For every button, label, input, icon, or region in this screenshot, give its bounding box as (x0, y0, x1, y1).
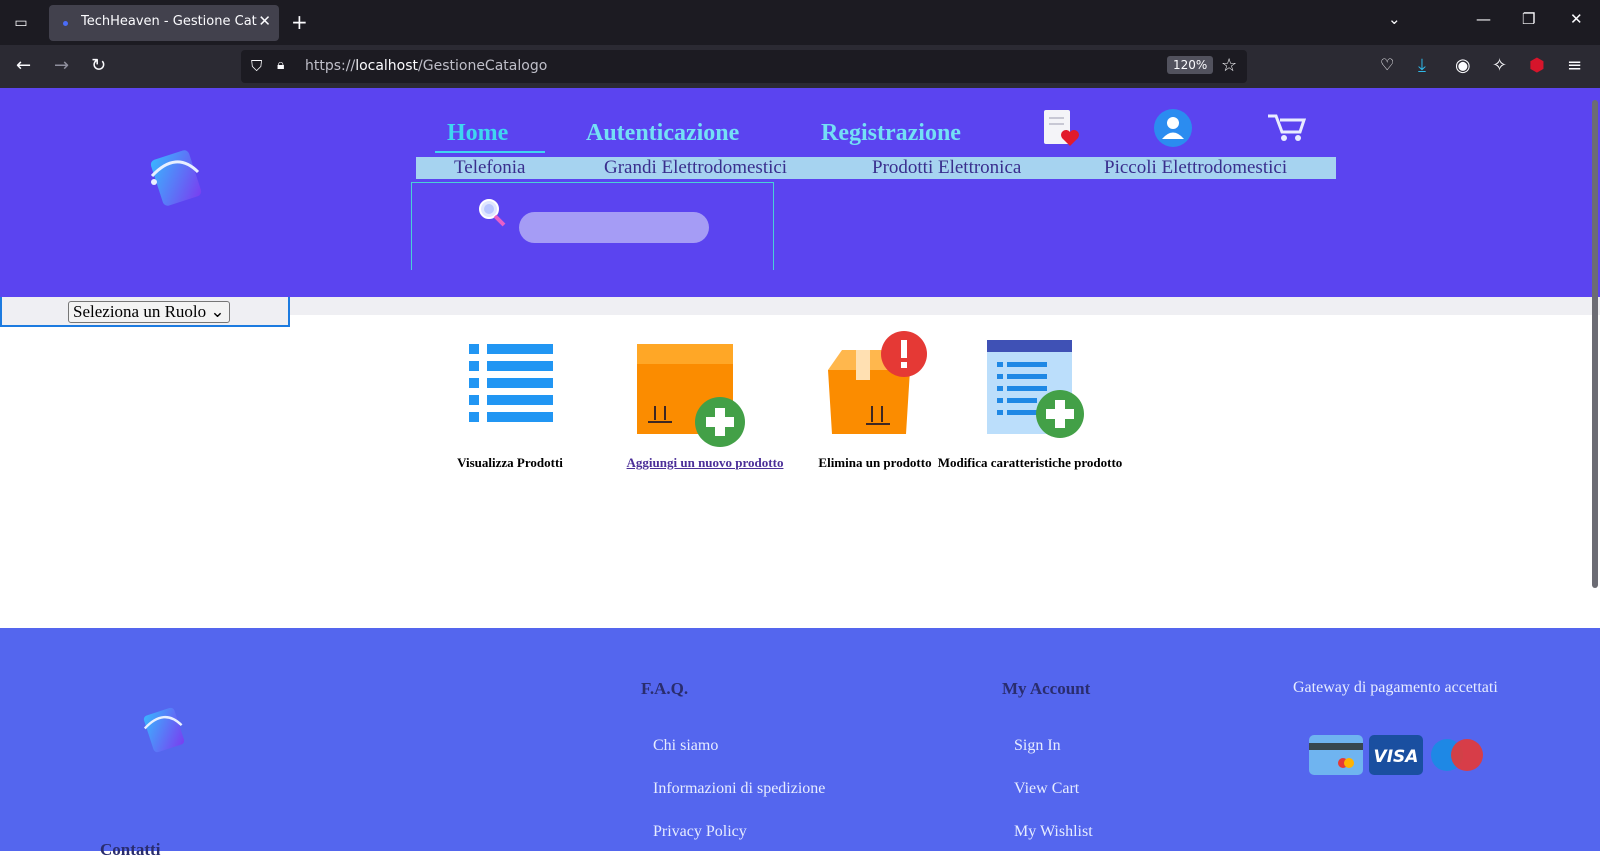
chevron-down-icon[interactable]: ⌄ (1388, 10, 1401, 28)
nav-home[interactable]: Home (447, 120, 508, 147)
bookmark-star-icon[interactable]: ☆ (1221, 55, 1237, 76)
account-link[interactable]: My Wishlist (1014, 823, 1093, 841)
visa-icon: VISA (1369, 735, 1423, 775)
downloads-icon[interactable]: ⤓ (1418, 55, 1426, 76)
faq-link[interactable]: Chi siamo (653, 737, 718, 755)
minimize-icon[interactable]: — (1476, 10, 1491, 28)
maestro-icon (1431, 739, 1483, 771)
url-bar[interactable]: ⛉ 🔒︎ https://localhost/GestioneCatalogo … (241, 50, 1247, 83)
category-prodotti-elettronica[interactable]: Prodotti Elettronica (872, 157, 1021, 179)
delete-product-icon (828, 331, 927, 434)
wishlist-icon[interactable] (1040, 108, 1082, 150)
url-text[interactable]: https://localhost/GestioneCatalogo (305, 58, 547, 74)
action-elimina-prodotto[interactable]: Elimina un prodotto (818, 330, 932, 480)
new-tab-button[interactable]: + (291, 10, 308, 34)
active-nav-underline (435, 151, 545, 153)
page-scrollbar[interactable] (1592, 100, 1598, 588)
account-icon[interactable]: ◉ (1455, 55, 1471, 76)
action-label-link[interactable]: Aggiungi un nuovo prodotto (627, 455, 784, 471)
reload-icon[interactable]: ↻ (91, 55, 106, 76)
site-footer: F.A.Q. Chi siamo Informazioni di spedizi… (0, 628, 1600, 859)
search-area (411, 182, 774, 270)
contacts-title: Contatti (100, 840, 161, 859)
list-icon (469, 344, 553, 422)
action-label[interactable]: Elimina un prodotto (818, 455, 931, 471)
search-input[interactable] (519, 212, 709, 243)
action-label[interactable]: Visualizza Prodotti (457, 455, 563, 471)
account-title: My Account (1002, 679, 1091, 698)
shield-icon[interactable]: ⛉ (251, 57, 262, 75)
payment-title: Gateway di pagamento accettati (1293, 679, 1498, 696)
category-piccoli-elettrodomestici[interactable]: Piccoli Elettrodomestici (1104, 157, 1287, 179)
back-icon[interactable]: ← (16, 55, 31, 76)
search-icon[interactable] (477, 197, 507, 229)
account-link[interactable]: Sign In (1014, 737, 1061, 755)
tab-title: TechHeaven - Gestione Catalogo (81, 14, 257, 29)
ublock-icon[interactable]: ⬢ (1529, 55, 1545, 76)
zoom-badge[interactable]: 120% (1167, 56, 1214, 74)
faq-title: F.A.Q. (641, 679, 689, 698)
faq-link[interactable]: Informazioni di spedizione (653, 780, 825, 798)
role-selector-box: Seleziona un Ruolo ⌄ (0, 297, 290, 327)
nav-autenticazione[interactable]: Autenticazione (586, 120, 739, 147)
close-tab-icon[interactable]: ✕ (258, 12, 271, 30)
close-window-icon[interactable]: ✕ (1570, 10, 1583, 28)
edit-product-icon (987, 340, 1084, 438)
faq-link[interactable]: Privacy Policy (653, 823, 747, 841)
footer-logo[interactable] (140, 704, 188, 756)
nav-registrazione[interactable]: Registrazione (821, 120, 961, 147)
tab-list-icon[interactable]: ▭ (10, 12, 32, 34)
forward-icon[interactable]: → (54, 55, 69, 76)
credit-card-icon (1309, 735, 1363, 775)
action-modifica-prodotto[interactable]: Modifica caratteristiche prodotto (938, 330, 1122, 480)
browser-tab[interactable]: TechHeaven - Gestione Catalogo ✕ (49, 5, 279, 41)
role-select[interactable]: Seleziona un Ruolo ⌄ (68, 301, 230, 323)
browser-tabbar: ▭ TechHeaven - Gestione Catalogo ✕ + ⌄ —… (0, 0, 1600, 45)
techheaven-logo[interactable] (146, 146, 206, 210)
pocket-icon[interactable]: ♡ (1380, 55, 1394, 74)
lock-icon[interactable]: 🔒︎ (277, 57, 284, 73)
browser-toolbar: ← → ↻ ⛉ 🔒︎ https://localhost/GestioneCat… (0, 45, 1600, 88)
category-bar: Telefonia Grandi Elettrodomestici Prodot… (416, 157, 1336, 179)
add-product-icon (637, 344, 745, 447)
menu-icon[interactable]: ≡ (1567, 55, 1582, 76)
category-telefonia[interactable]: Telefonia (454, 157, 525, 179)
category-grandi-elettrodomestici[interactable]: Grandi Elettrodomestici (604, 157, 787, 179)
favicon-icon (63, 21, 68, 26)
user-account-icon[interactable] (1153, 108, 1193, 148)
action-label[interactable]: Modifica caratteristiche prodotto (938, 455, 1123, 471)
action-visualizza-prodotti[interactable]: Visualizza Prodotti (455, 330, 565, 480)
svg-text:VISA: VISA (1374, 747, 1419, 767)
action-aggiungi-prodotto[interactable]: Aggiungi un nuovo prodotto (627, 330, 783, 480)
cart-icon[interactable] (1266, 110, 1306, 142)
site-header: Home Autenticazione Registrazione Telefo… (0, 88, 1600, 297)
extensions-icon[interactable]: ✧ (1492, 55, 1507, 76)
restore-icon[interactable]: ❐ (1522, 10, 1535, 28)
account-link[interactable]: View Cart (1014, 780, 1079, 798)
chevron-down-icon: ⌄ (210, 302, 225, 321)
